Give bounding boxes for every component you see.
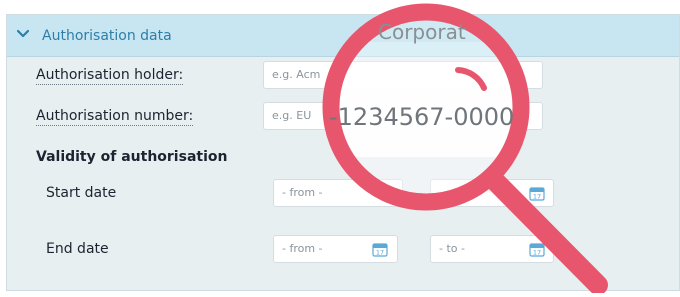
chevron-down-icon[interactable] [17, 29, 29, 39]
authorisation-holder-input[interactable]: e.g. Acm [263, 61, 543, 89]
start-date-to-input[interactable]: 17 [430, 179, 554, 207]
end-date-label: End date [46, 241, 109, 257]
panel-header[interactable]: Authorisation data [7, 15, 679, 57]
authorisation-holder-label: Authorisation holder: [36, 67, 184, 85]
validity-section-title: Validity of authorisation [36, 149, 228, 165]
calendar-icon[interactable]: 17 [529, 185, 545, 201]
authorisation-holder-placeholder: e.g. Acm [272, 68, 321, 81]
start-date-label: Start date [46, 185, 117, 201]
end-date-to-input[interactable]: - to - 17 [430, 235, 554, 263]
authorisation-panel: Authorisation data Authorisation holder:… [6, 14, 680, 291]
calendar-icon[interactable]: 17 [529, 241, 545, 257]
calendar-icon-text: 17 [533, 249, 541, 257]
panel-title: Authorisation data [42, 28, 172, 44]
authorisation-number-placeholder: e.g. EU [272, 109, 312, 122]
end-date-to-placeholder: - to - [439, 242, 465, 255]
start-date-from-placeholder: - from - [282, 186, 323, 199]
calendar-icon-text: 17 [533, 193, 541, 201]
start-date-from-input[interactable]: - from - [273, 179, 403, 207]
authorisation-number-label: Authorisation number: [36, 108, 194, 126]
calendar-icon-text: 17 [376, 249, 384, 257]
authorisation-number-input[interactable]: e.g. EU [263, 102, 543, 130]
calendar-icon[interactable]: 17 [372, 241, 388, 257]
end-date-from-input[interactable]: - from - 17 [273, 235, 398, 263]
end-date-from-placeholder: - from - [282, 242, 323, 255]
